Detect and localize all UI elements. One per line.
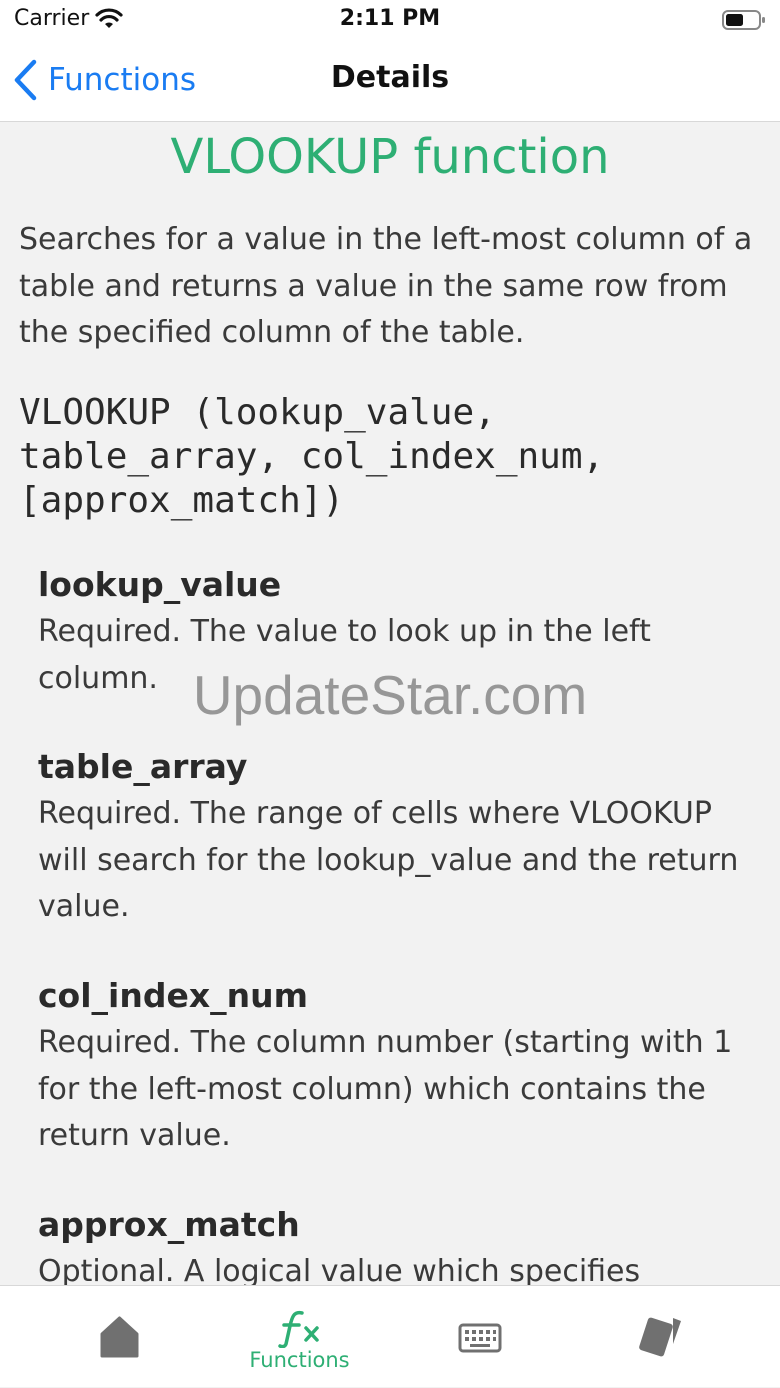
tab-cards[interactable]: [565, 1286, 760, 1388]
param-name: lookup_value: [38, 565, 282, 604]
navigation-bar: Functions Details: [0, 40, 780, 122]
tab-functions-label: Functions: [249, 1348, 350, 1372]
battery-icon: [722, 10, 765, 30]
param-name: table_array: [38, 747, 248, 786]
page-title: Details: [330, 60, 450, 95]
param-description: Required. The column number (starting wi…: [38, 1025, 733, 1153]
param-description: Required. The range of cells where VLOOK…: [38, 796, 739, 924]
function-syntax: VLOOKUP (lookup_value, table_array, col_…: [19, 392, 605, 521]
cards-icon: [639, 1317, 681, 1357]
tab-bar: Functions: [0, 1285, 780, 1387]
function-icon: [278, 1310, 319, 1348]
watermark: UpdateStar.com: [192, 664, 588, 726]
function-title: VLOOKUP function: [170, 129, 610, 185]
keyboard-icon: [458, 1323, 502, 1353]
tab-functions[interactable]: Functions: [202, 1286, 397, 1388]
status-bar: Carrier 2:11 PM: [0, 0, 780, 40]
param-approx-match: approx_match Optional. A logical value w…: [38, 1203, 758, 1285]
details-content[interactable]: VLOOKUP function Searches for a value in…: [0, 123, 780, 1285]
status-time: 2:11 PM: [339, 6, 441, 31]
param-table-array: table_array Required. The range of cells…: [38, 745, 758, 931]
param-col-index-num: col_index_num Required. The column numbe…: [38, 974, 758, 1160]
tab-home[interactable]: [22, 1286, 217, 1388]
function-description: Searches for a value in the left-most co…: [19, 222, 753, 350]
tab-keyboard[interactable]: [382, 1286, 577, 1388]
param-name: approx_match: [38, 1205, 300, 1244]
home-icon: [100, 1316, 139, 1358]
param-name: col_index_num: [38, 976, 309, 1015]
param-description: Optional. A logical value which specifie…: [38, 1254, 641, 1285]
